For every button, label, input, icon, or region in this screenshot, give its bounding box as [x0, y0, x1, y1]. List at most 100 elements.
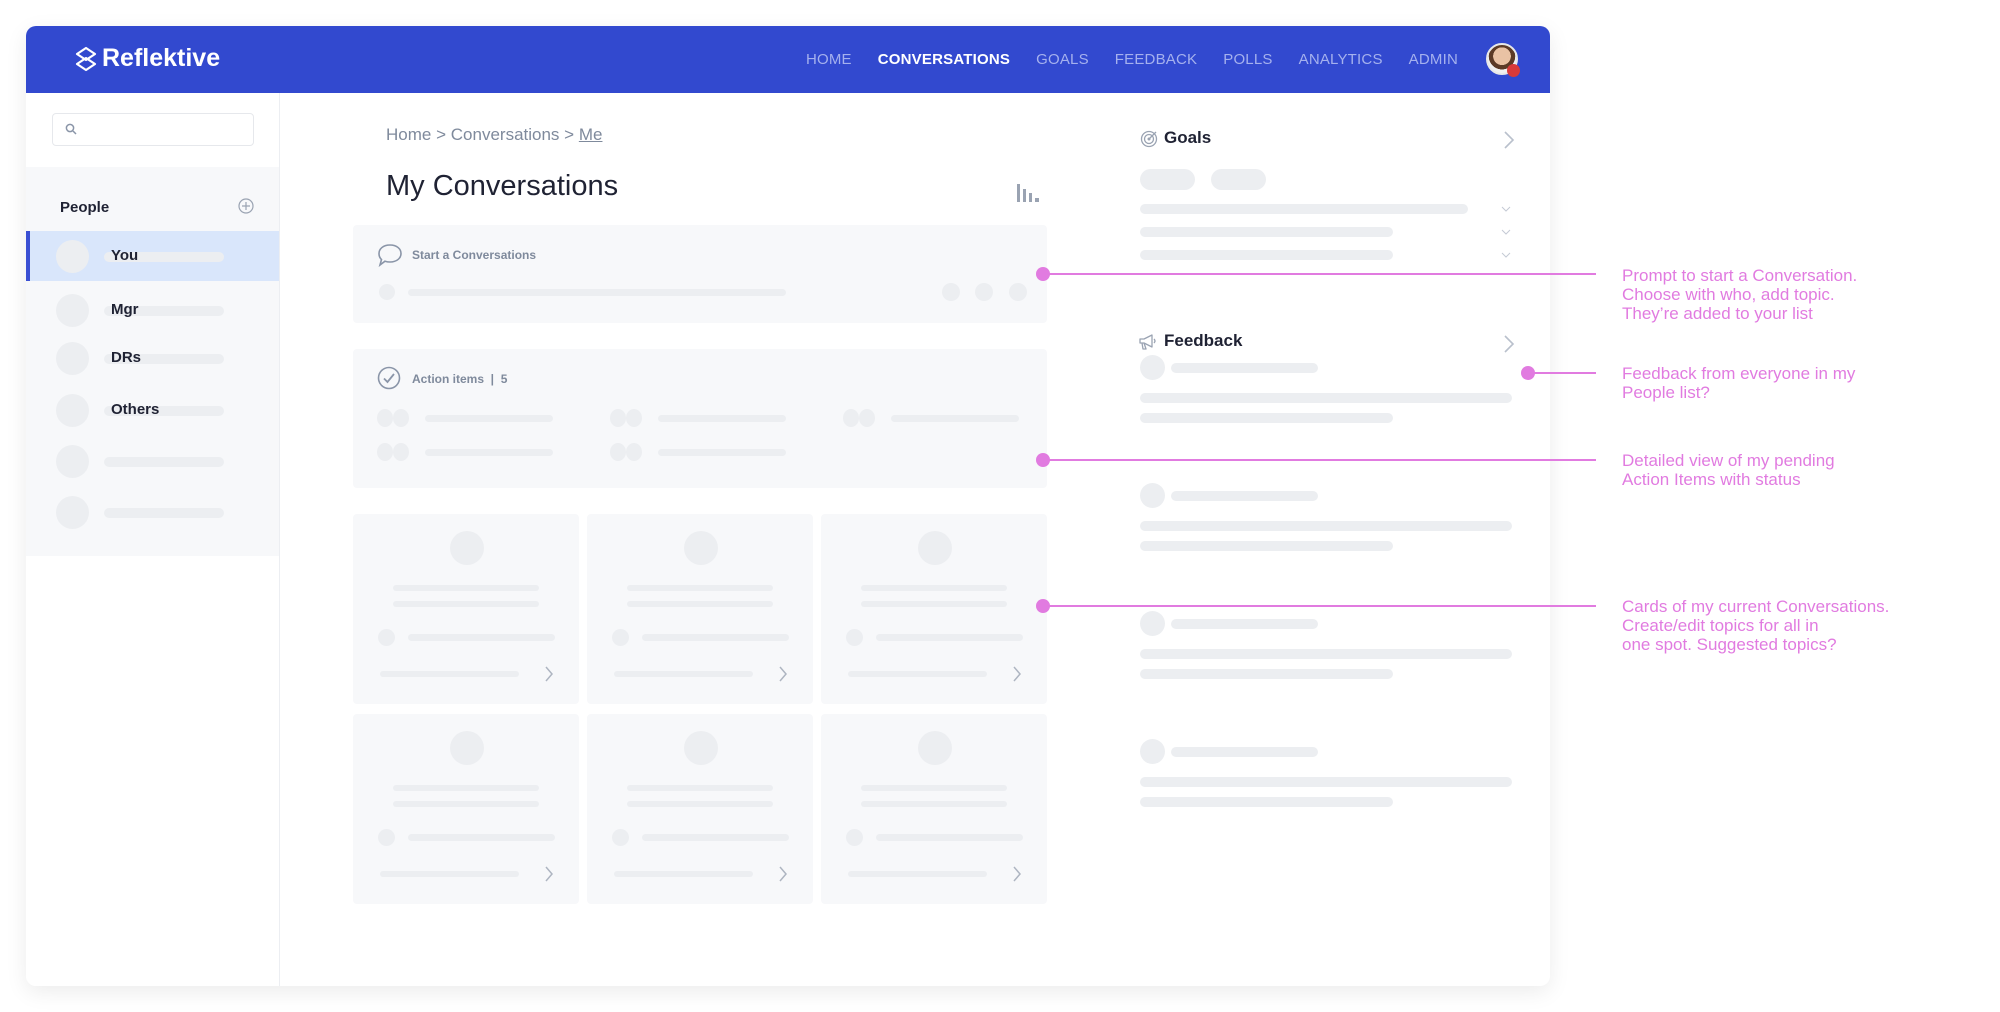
chevron-right-icon[interactable]: [778, 665, 788, 683]
goal-row-placeholder[interactable]: [1140, 227, 1393, 237]
avatar: [56, 294, 89, 327]
placeholder-bar: [1171, 747, 1318, 757]
avatar: [393, 409, 409, 427]
people-item-others[interactable]: Others: [26, 385, 279, 435]
chevron-right-icon[interactable]: [1012, 665, 1022, 683]
people-item-you[interactable]: You: [26, 231, 279, 281]
conversation-card[interactable]: [353, 714, 579, 904]
app-window: Reflektive HOME CONVERSATIONS GOALS FEED…: [26, 26, 1550, 986]
avatar: [684, 731, 718, 765]
start-conversation-panel[interactable]: Start a Conversations: [353, 225, 1047, 323]
feedback-title: Feedback: [1164, 331, 1243, 350]
participant-avatar[interactable]: [942, 283, 960, 301]
breadcrumb-home[interactable]: Home: [386, 125, 431, 144]
goals-title: Goals: [1164, 128, 1212, 147]
add-person-icon[interactable]: [238, 198, 254, 214]
nav-goals[interactable]: GOALS: [1036, 51, 1089, 68]
placeholder-bar: [627, 801, 773, 807]
goal-row-placeholder[interactable]: [1140, 204, 1468, 214]
chevron-right-icon[interactable]: [778, 865, 788, 883]
sidebar: People You Mgr DRs Others: [26, 93, 280, 986]
participant-avatar[interactable]: [975, 283, 993, 301]
feedback-item[interactable]: [1140, 483, 1515, 563]
annotation-feedback: Feedback from everyone in my People list…: [1622, 364, 1856, 402]
conversation-card[interactable]: [353, 514, 579, 704]
conversation-card[interactable]: [587, 514, 813, 704]
placeholder-bar: [861, 585, 1007, 591]
placeholder-dot: [612, 829, 629, 846]
goals-target-icon: [1140, 130, 1158, 148]
avatar: [56, 342, 89, 375]
breadcrumb-current[interactable]: Me: [579, 125, 603, 144]
action-item-row[interactable]: [610, 409, 810, 427]
chevron-right-icon[interactable]: [544, 665, 554, 683]
feedback-chevron-right-icon[interactable]: [1503, 334, 1515, 354]
participant-avatar[interactable]: [1009, 283, 1027, 301]
search-input[interactable]: [52, 113, 254, 146]
chevron-right-icon[interactable]: [544, 865, 554, 883]
nav-admin[interactable]: ADMIN: [1409, 51, 1458, 68]
avatar: [56, 394, 89, 427]
nav-analytics[interactable]: ANALYTICS: [1299, 51, 1383, 68]
chevron-down-icon[interactable]: [1501, 252, 1511, 258]
avatar: [626, 443, 642, 461]
placeholder-bar: [104, 508, 224, 518]
placeholder-bar: [425, 449, 553, 456]
brand-logo[interactable]: Reflektive: [74, 44, 220, 73]
nav-polls[interactable]: POLLS: [1223, 51, 1272, 68]
chevron-down-icon[interactable]: [1501, 229, 1511, 235]
nav-feedback[interactable]: FEEDBACK: [1115, 51, 1197, 68]
user-avatar[interactable]: [1486, 43, 1520, 77]
nav-conversations[interactable]: CONVERSATIONS: [878, 51, 1010, 68]
people-item-mgr[interactable]: Mgr: [26, 285, 279, 335]
placeholder-bar: [861, 801, 1007, 807]
nav-home[interactable]: HOME: [806, 51, 852, 68]
placeholder-dot: [378, 829, 395, 846]
placeholder-bar: [1140, 649, 1512, 659]
person-name: You: [111, 247, 139, 264]
avatar: [1140, 739, 1165, 764]
goal-tag-placeholder: [1140, 169, 1195, 190]
annotation-start-conversation: Prompt to start a Conversation. Choose w…: [1622, 266, 1858, 323]
conversation-card[interactable]: [587, 714, 813, 904]
feedback-item[interactable]: [1140, 611, 1515, 691]
conversation-card[interactable]: [821, 714, 1047, 904]
stats-icon[interactable]: [1016, 182, 1042, 202]
people-item-drs[interactable]: DRs: [26, 333, 279, 383]
avatar: [393, 443, 409, 461]
feedback-item[interactable]: [1140, 355, 1515, 435]
avatar: [684, 531, 718, 565]
placeholder-bar: [627, 785, 773, 791]
action-item-row[interactable]: [377, 409, 577, 427]
action-item-row[interactable]: [843, 409, 1043, 427]
placeholder-bar: [1171, 491, 1318, 501]
people-header: People: [60, 199, 110, 216]
conversation-card[interactable]: [821, 514, 1047, 704]
avatar: [843, 409, 859, 427]
placeholder-dot: [846, 829, 863, 846]
people-item-placeholder[interactable]: [26, 487, 279, 537]
avatar: [610, 443, 626, 461]
chevron-down-icon[interactable]: [1501, 206, 1511, 212]
chevron-right-icon[interactable]: [1012, 865, 1022, 883]
action-items-count: 5: [500, 372, 508, 386]
placeholder-bar: [658, 415, 786, 422]
people-item-placeholder[interactable]: [26, 436, 279, 486]
placeholder-bar: [393, 601, 539, 607]
feedback-item[interactable]: [1140, 739, 1515, 819]
avatar: [1140, 355, 1165, 380]
action-items-panel[interactable]: Action items | 5: [353, 349, 1047, 488]
placeholder-bar: [1140, 413, 1393, 423]
page-title: My Conversations: [386, 170, 619, 202]
placeholder-bar: [1140, 521, 1512, 531]
action-item-row[interactable]: [610, 443, 810, 461]
people-panel: People You Mgr DRs Others: [26, 167, 279, 556]
goals-chevron-right-icon[interactable]: [1503, 130, 1515, 150]
annotation-line: [1043, 605, 1596, 607]
placeholder-bar: [876, 634, 1023, 641]
placeholder-bar: [1171, 619, 1318, 629]
action-item-row[interactable]: [377, 443, 577, 461]
breadcrumb-conversations[interactable]: Conversations: [451, 125, 560, 144]
placeholder-bar: [891, 415, 1019, 422]
goal-row-placeholder[interactable]: [1140, 250, 1393, 260]
